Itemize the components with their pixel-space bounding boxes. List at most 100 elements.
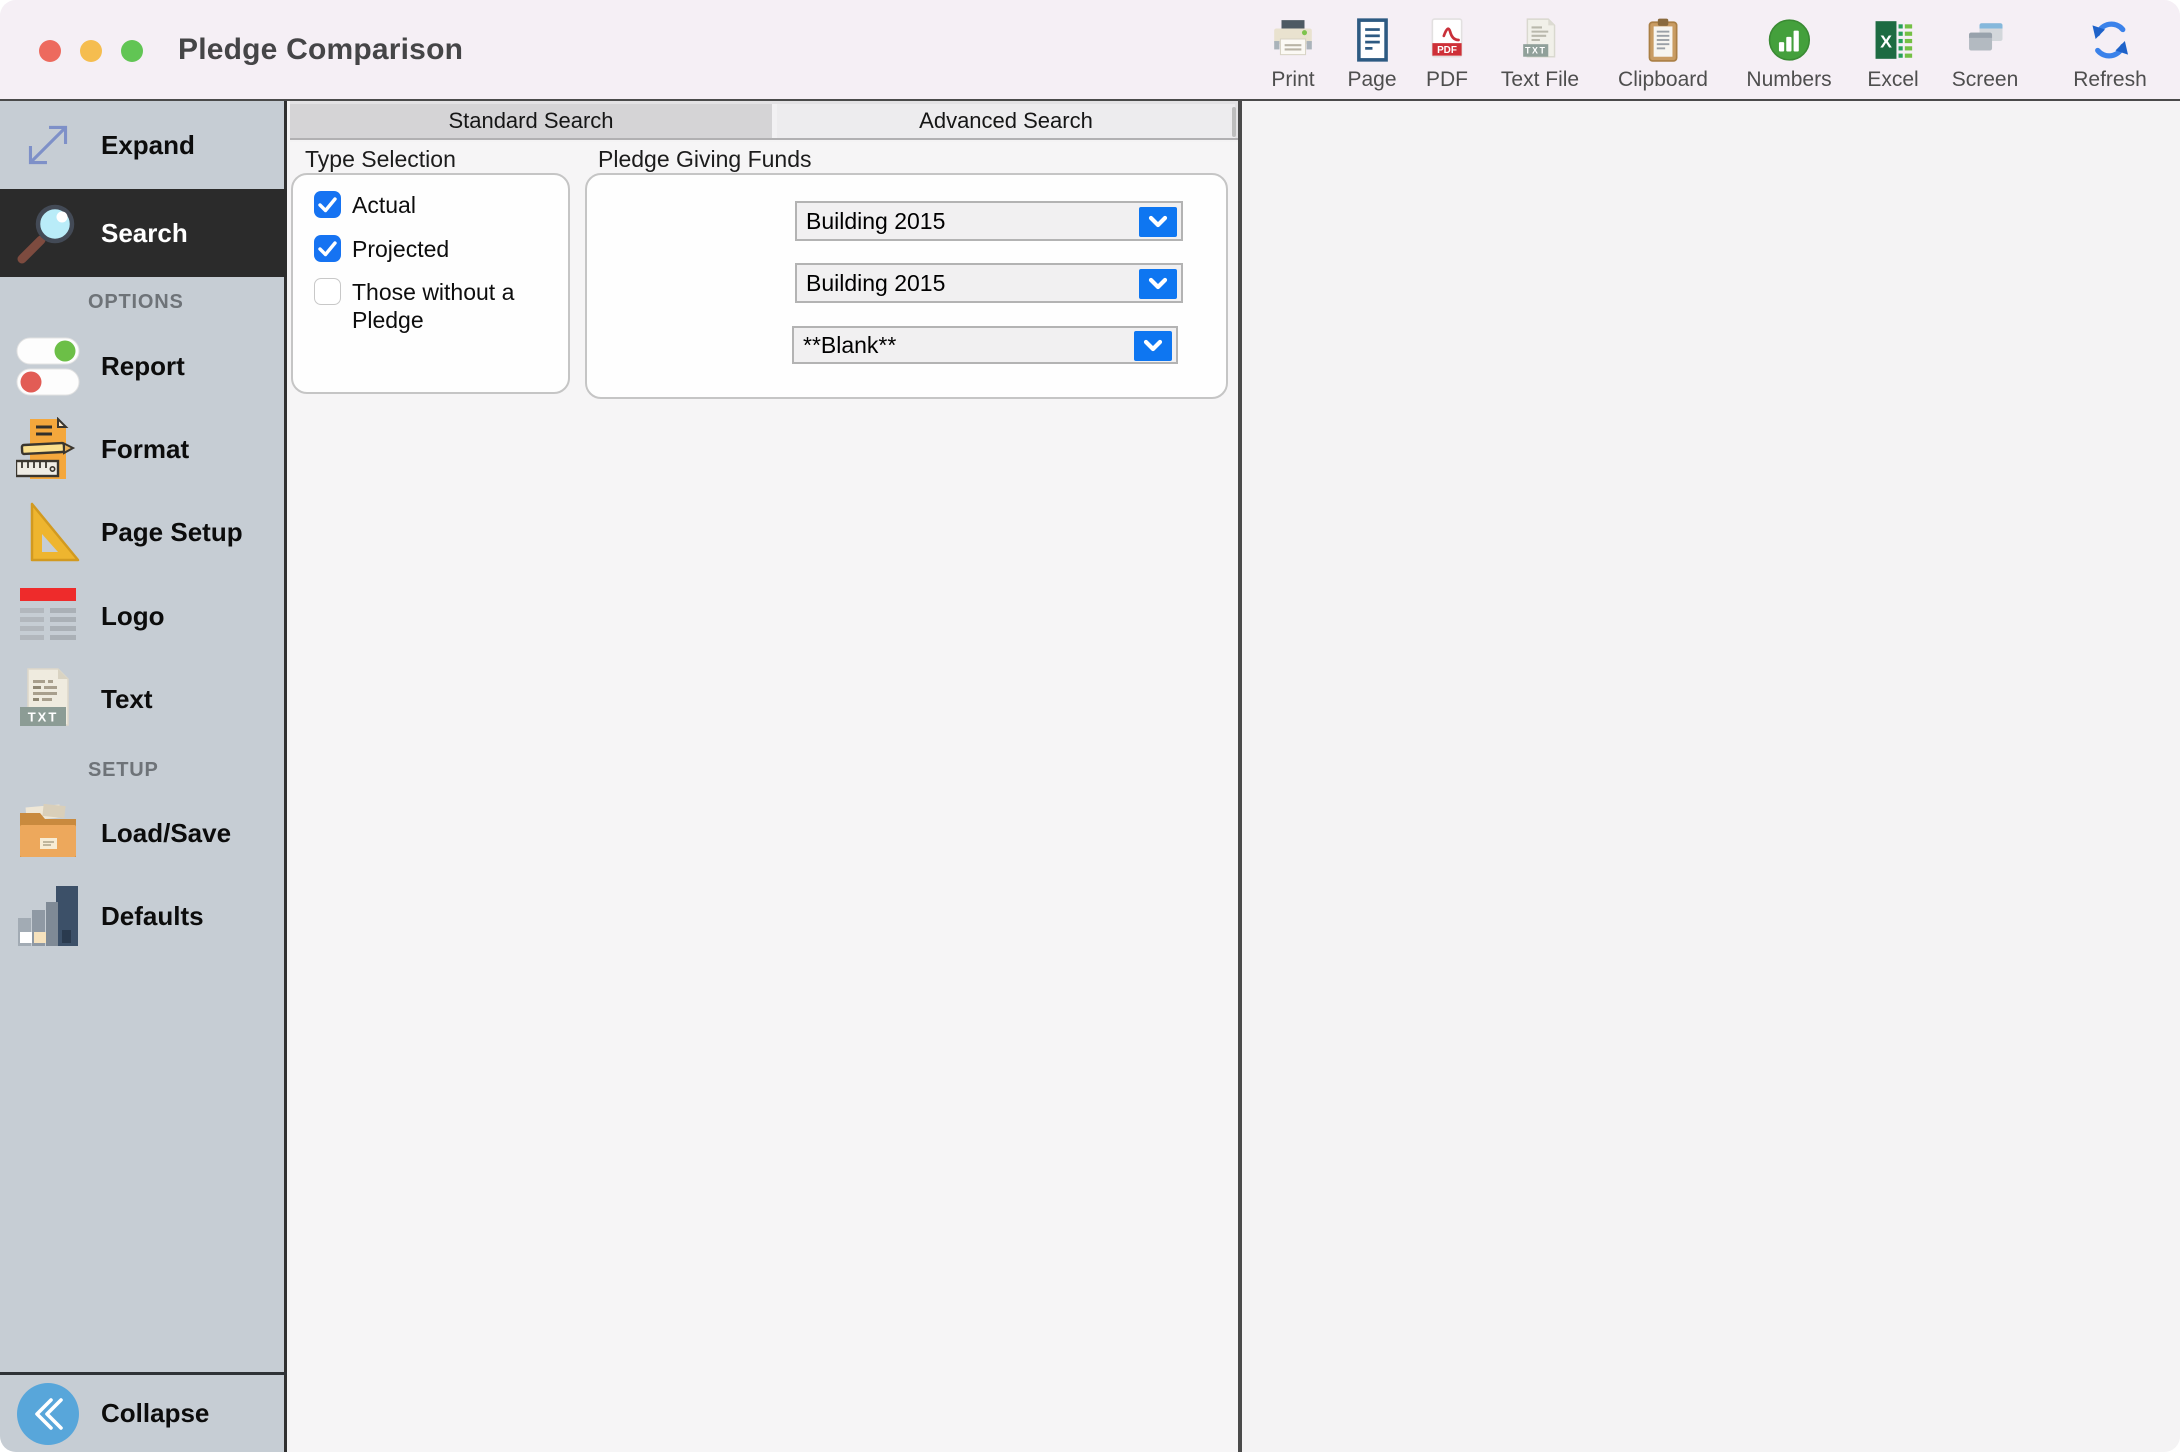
sidebar-item-text[interactable]: TXT Text [0,661,287,737]
txt-badge-text: TXT [1525,46,1546,56]
pledge-2-dropdown[interactable]: Building 2015 [795,263,1183,303]
screen-windows-icon [1969,23,2003,51]
toolbar-button-clipboard[interactable]: Clipboard [1618,17,1708,90]
folder-icon [13,801,83,865]
report-preview-area [1242,101,2180,1452]
sidebar-item-collapse[interactable]: Collapse [0,1375,287,1452]
tab-standard-search[interactable]: Standard Search [290,104,772,138]
traffic-lights [39,40,143,62]
toolbar-label-refresh: Refresh [2073,68,2147,91]
sidebar-item-expand[interactable]: Expand [0,101,287,189]
dropdown-value: Building 2015 [806,207,946,234]
report-toggles-icon [13,336,83,396]
sidebar-item-logo[interactable]: Logo [0,578,287,654]
sidebar-item-label: Text [101,683,153,714]
dropdown-value: Building 2015 [806,269,946,296]
close-window-button[interactable] [39,40,61,62]
sidebar-item-defaults[interactable]: Defaults [0,878,287,954]
sidebar-item-label: Search [101,217,188,248]
sidebar-item-label: Load/Save [101,817,232,848]
tab-advanced-search[interactable]: Advanced Search [777,104,1235,138]
type-selection-box: Actual Projected Those without a Pledge [291,173,570,394]
pledge-1-dropdown[interactable]: Building 2015 [795,201,1183,241]
titlebar: Pledge Comparison Print Page PDF PDF TXT… [0,0,2180,101]
toolbar-button-screen[interactable]: Screen [1951,17,2019,91]
checkbox-label-projected[interactable]: Projected [352,235,449,263]
checkbox-label-those-without-pledge[interactable]: Those without a Pledge [352,278,532,334]
checkbox-actual[interactable] [314,191,341,218]
checkbox-those-without-pledge[interactable] [314,278,341,305]
pdf-badge-text: PDF [1437,45,1457,56]
toolbar-button-text-file[interactable]: TXT Text File [1501,17,1579,90]
pledge-3-dropdown[interactable]: **Blank** [792,326,1178,364]
sidebar-item-label: Expand [101,129,195,160]
factory-icon [13,884,83,948]
pledge-giving-funds-box: Pledge 1: Building 2015 Pledge 2: Buildi… [585,173,1228,399]
checkbox-projected[interactable] [314,235,341,262]
excel-icon: X [1875,21,1912,59]
toolbar-button-excel[interactable]: X Excel [1867,17,1919,90]
page-icon [1356,18,1388,62]
refresh-icon [2092,21,2128,59]
sidebar-section-setup: SETUP [88,758,159,781]
checkbox-row-those-without-pledge[interactable]: Those without a Pledge [314,278,554,334]
clipboard-icon [1648,18,1678,62]
toolbar-label-numbers: Numbers [1746,68,1832,91]
sidebar-item-label: Page Setup [101,516,243,547]
sidebar-item-report[interactable]: Report [0,328,287,404]
minimize-window-button[interactable] [80,40,102,62]
dropdown-button[interactable] [1139,269,1177,299]
collapse-icon [13,1382,83,1445]
tab-bar: Standard Search Advanced Search [290,101,1238,140]
sidebar-item-search[interactable]: Search [0,189,287,277]
excel-x-text: X [1880,31,1892,51]
window-title: Pledge Comparison [178,33,464,66]
toolbar-label-pdf: PDF [1426,68,1468,91]
toolbar-button-print[interactable]: Print [1270,17,1316,90]
txt-badge-text: TXT [28,710,59,725]
toolbar-label-text-file: Text File [1500,68,1580,91]
dropdown-button[interactable] [1139,207,1177,237]
logo-letterhead-icon [13,584,83,648]
format-document-icon [13,417,83,481]
checkbox-label-actual[interactable]: Actual [352,191,416,219]
checkbox-row-actual[interactable]: Actual [314,191,554,219]
set-square-icon [13,500,83,564]
sidebar-item-label: Logo [101,600,165,631]
checkmark-icon [318,197,337,213]
pdf-file-icon: PDF [1431,18,1463,58]
sidebar-item-label: Report [101,350,185,381]
checkbox-row-projected[interactable]: Projected [314,235,554,263]
toolbar-button-refresh[interactable]: Refresh [2073,17,2147,90]
sidebar-item-page-setup[interactable]: Page Setup [0,494,287,570]
toolbar-label-clipboard: Clipboard [1618,68,1708,91]
toolbar-button-page[interactable]: Page [1347,17,1397,91]
app-window: Pledge Comparison Print Page PDF PDF TXT… [0,0,2180,1452]
chevron-down-icon [1148,215,1168,228]
sidebar-item-label: Collapse [101,1398,210,1428]
sidebar-item-format[interactable]: Format [0,411,287,487]
scrollbar-thumb[interactable] [1232,107,1236,137]
dropdown-value: **Blank** [803,331,897,358]
toolbar-label-page: Page [1347,68,1397,91]
search-panel: Type Selection Pledge Giving Funds Actua… [290,142,1238,1452]
chevron-down-icon [1143,339,1163,352]
checkmark-icon [318,241,337,257]
zoom-window-button[interactable] [121,40,143,62]
sidebar: Expand Search OPTIONS Report Format Page… [0,101,287,1452]
sidebar-item-label: Format [101,433,190,464]
toolbar-button-numbers[interactable]: Numbers [1746,17,1832,91]
expand-icon [13,112,83,178]
dropdown-button[interactable] [1134,331,1172,361]
pledge-giving-funds-title: Pledge Giving Funds [598,146,812,172]
toolbar-label-print: Print [1271,68,1315,91]
toolbar-label-screen: Screen [1951,68,2019,91]
search-icon [13,198,83,268]
sidebar-item-load-save[interactable]: Load/Save [0,795,287,871]
numbers-chart-icon [1768,19,1810,61]
txt-document-icon: TXT [13,667,83,731]
toolbar-button-pdf[interactable]: PDF PDF [1424,17,1470,90]
text-file-icon: TXT [1523,18,1556,58]
sidebar-item-label: Defaults [101,900,204,931]
chevron-down-icon [1148,277,1168,290]
